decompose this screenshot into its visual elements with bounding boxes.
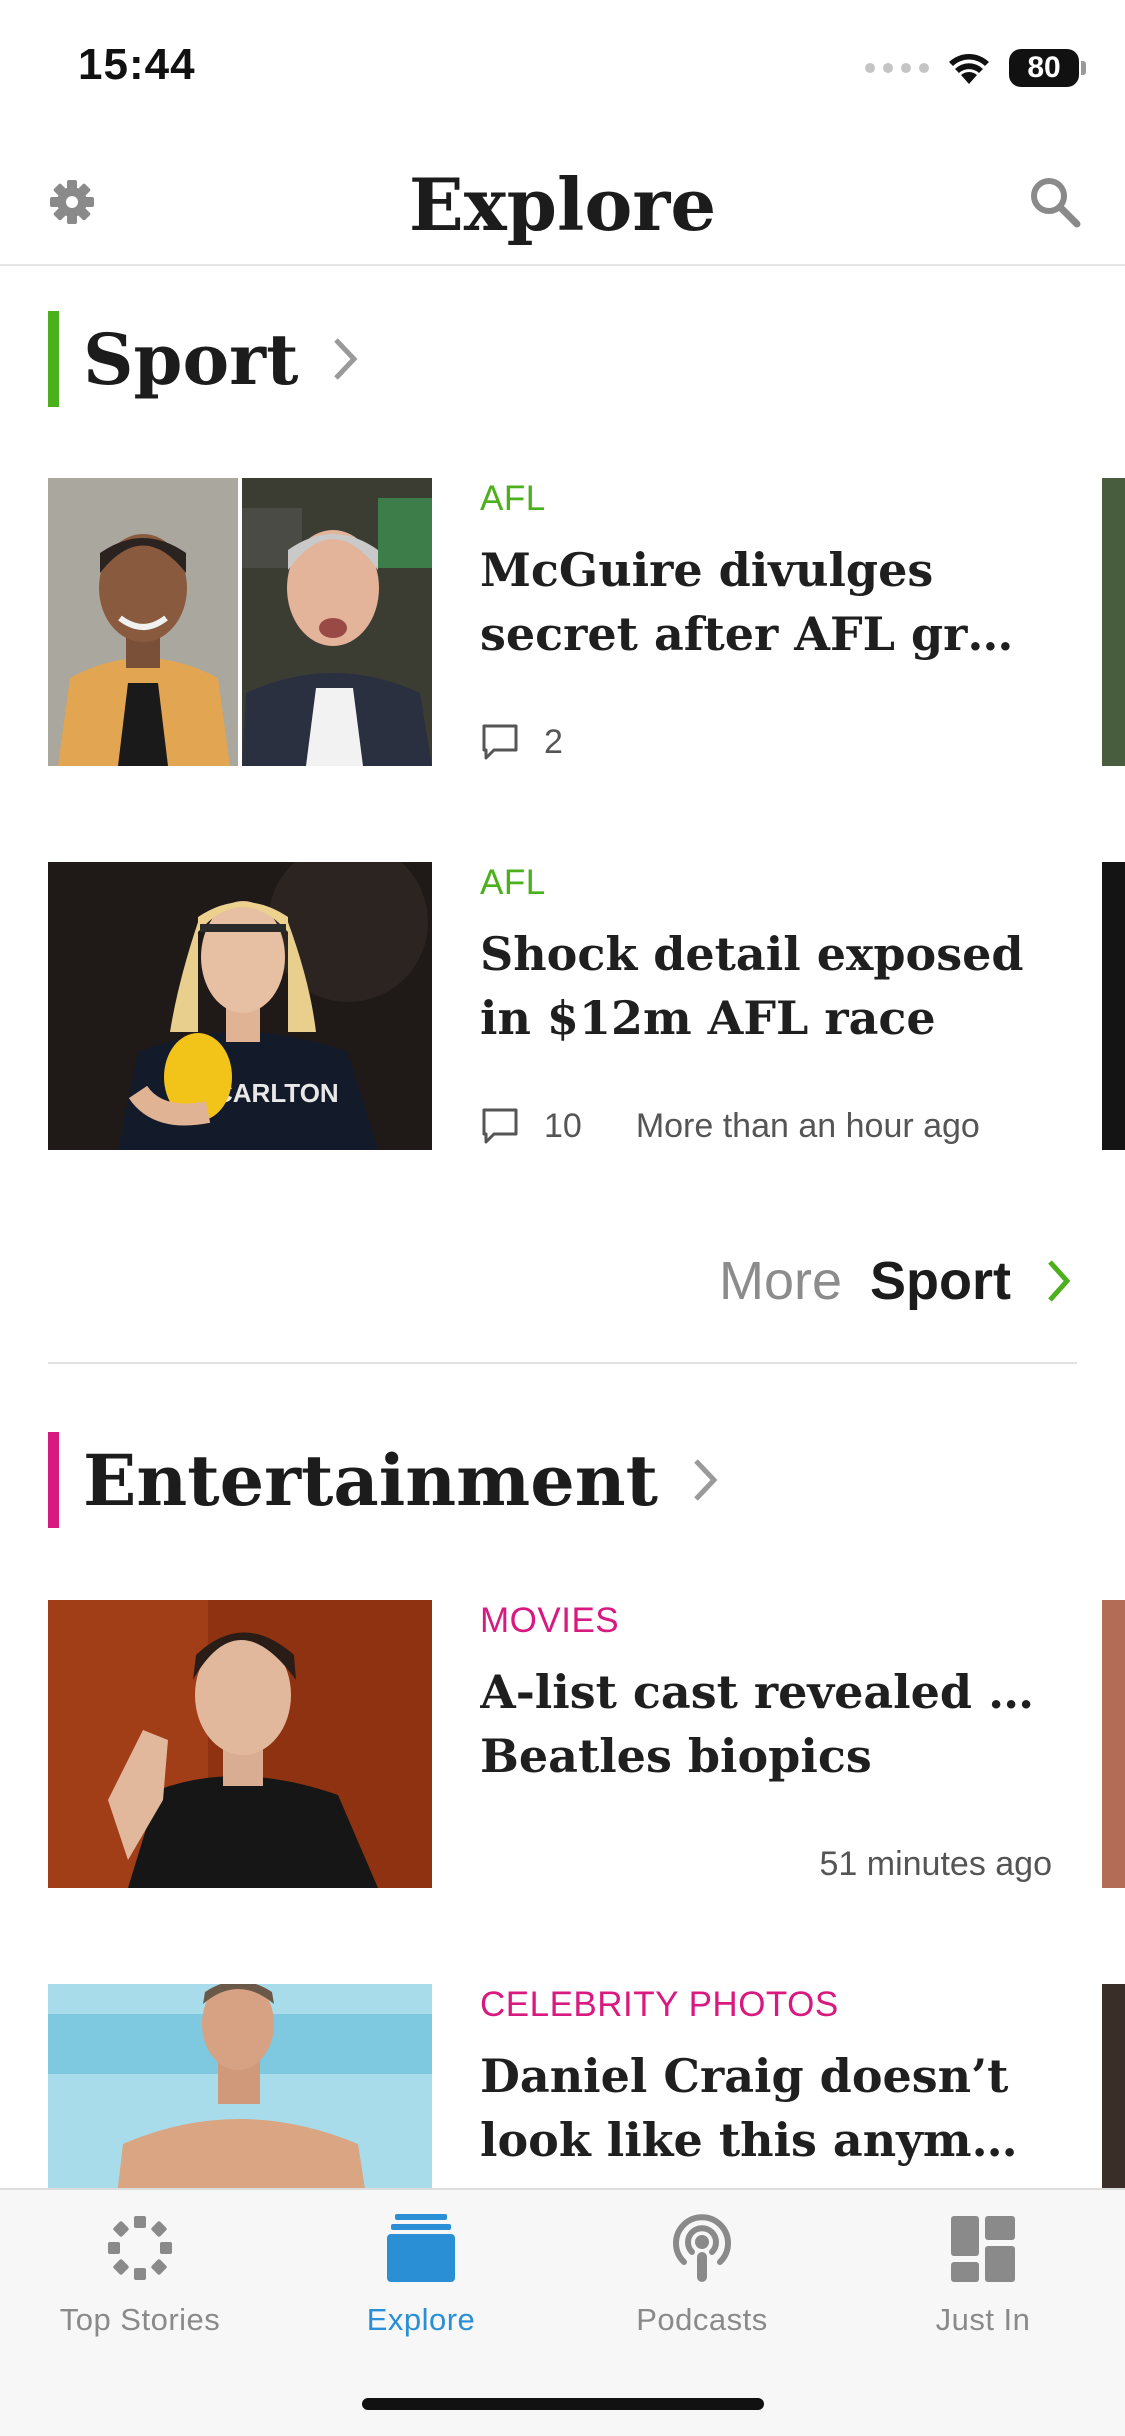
article-meta: 10 More than an hour ago (480, 1106, 980, 1146)
more-sport-link[interactable]: More Sport (719, 1246, 1073, 1316)
battery-icon: 80 (1009, 49, 1086, 87)
section-title: Entertainment (83, 1438, 659, 1522)
article-text: CELEBRITY PHOTOS Daniel Craig doesn’t lo… (480, 1984, 1040, 2172)
tab-label: Explore (366, 2302, 476, 2337)
status-bar: 15:44 80 (0, 0, 1125, 132)
more-label: More (718, 1251, 842, 1311)
article-time: 51 minutes ago (819, 1844, 1053, 1883)
headline-line: Shock detail exposed (480, 927, 1024, 981)
podcasts-icon (673, 2214, 731, 2282)
tab-label: Podcasts (636, 2302, 768, 2337)
chevron-right-icon (334, 338, 358, 380)
headline-line: secret after AFL grea… (480, 607, 1040, 661)
status-time: 15:44 (78, 40, 196, 89)
section-header-entertainment[interactable]: Entertainment (48, 1431, 720, 1529)
article-headline: Shock detail exposed in $12m AFL race (480, 922, 1040, 1050)
article-thumbnail (48, 478, 432, 766)
article-thumbnail (48, 1984, 432, 2188)
article-thumbnail: CARLTON (48, 862, 432, 1150)
section-header-sport[interactable]: Sport (48, 310, 360, 408)
tab-explore[interactable]: Explore (281, 2208, 561, 2358)
tab-podcasts[interactable]: Podcasts (562, 2208, 842, 2358)
chevron-right-icon (694, 1459, 718, 1501)
explore-feed[interactable]: Sport AFL McGuire divulges secret after … (0, 268, 1125, 2188)
tab-top-stories[interactable]: Top Stories (0, 2208, 280, 2358)
cellular-signal-icon (865, 63, 929, 73)
article-time: More than an hour ago (635, 1106, 980, 1145)
next-card-peek (1102, 1984, 1125, 2188)
svg-text:CARLTON: CARLTON (214, 1078, 339, 1108)
top-stories-icon (108, 2216, 172, 2280)
comment-count: 2 (544, 722, 563, 761)
article-meta: 51 minutes ago (820, 1844, 1053, 1884)
section-divider (48, 1362, 1077, 1364)
app-header: Explore (0, 132, 1125, 266)
tab-label: Just In (935, 2302, 1031, 2337)
article-category: MOVIES (480, 1601, 620, 1640)
just-in-icon (951, 2216, 1015, 2282)
more-section-name: Sport (870, 1251, 1011, 1311)
article-thumbnail (48, 1600, 432, 1888)
section-color-bar (48, 1432, 59, 1528)
page-title: Explore (408, 162, 717, 247)
article-card[interactable]: AFL McGuire divulges secret after AFL gr… (48, 478, 1125, 768)
search-icon[interactable] (1023, 170, 1087, 234)
article-headline: A-list cast revealed for Beatles biopics (480, 1660, 1040, 1788)
headline-line: in $12m AFL race (480, 991, 936, 1045)
article-category: AFL (480, 863, 546, 902)
article-text: AFL Shock detail exposed in $12m AFL rac… (480, 862, 1040, 1145)
article-headline: McGuire divulges secret after AFL grea… (480, 538, 1040, 666)
chevron-right-icon (1048, 1260, 1071, 1302)
headline-line: look like this anymore (480, 2113, 1040, 2167)
comment-count: 10 (544, 1106, 582, 1145)
headline-line: A-list cast revealed for (480, 1665, 1040, 1719)
section-title: Sport (83, 317, 299, 401)
comment-icon (482, 1108, 518, 1144)
article-card[interactable]: CARLTON AFL Shock detail exposed in $12m… (48, 862, 1125, 1152)
article-category: AFL (480, 479, 546, 518)
headline-line: Daniel Craig doesn’t (480, 2049, 1009, 2103)
article-text: AFL McGuire divulges secret after AFL gr… (480, 478, 1040, 761)
next-card-peek (1102, 478, 1125, 766)
article-text: MOVIES A-list cast revealed for Beatles … (480, 1600, 1052, 1883)
home-indicator (362, 2398, 764, 2410)
article-meta: 2 (480, 722, 617, 762)
next-card-peek (1102, 1600, 1125, 1888)
section-color-bar (48, 311, 59, 407)
article-category: CELEBRITY PHOTOS (480, 1985, 839, 2024)
article-headline: Daniel Craig doesn’t look like this anym… (480, 2044, 1040, 2172)
headline-line: Beatles biopics (480, 1729, 872, 1783)
tab-just-in[interactable]: Just In (843, 2208, 1123, 2358)
wifi-icon (949, 54, 989, 84)
next-card-peek (1102, 862, 1125, 1150)
headline-line: McGuire divulges (480, 543, 934, 597)
comment-icon (482, 724, 518, 760)
explore-icon (387, 2214, 455, 2282)
article-card[interactable]: CELEBRITY PHOTOS Daniel Craig doesn’t lo… (48, 1984, 1125, 2188)
status-indicators: 80 (865, 46, 1086, 90)
article-card[interactable]: MOVIES A-list cast revealed for Beatles … (48, 1600, 1125, 1890)
tab-label: Top Stories (59, 2302, 221, 2337)
